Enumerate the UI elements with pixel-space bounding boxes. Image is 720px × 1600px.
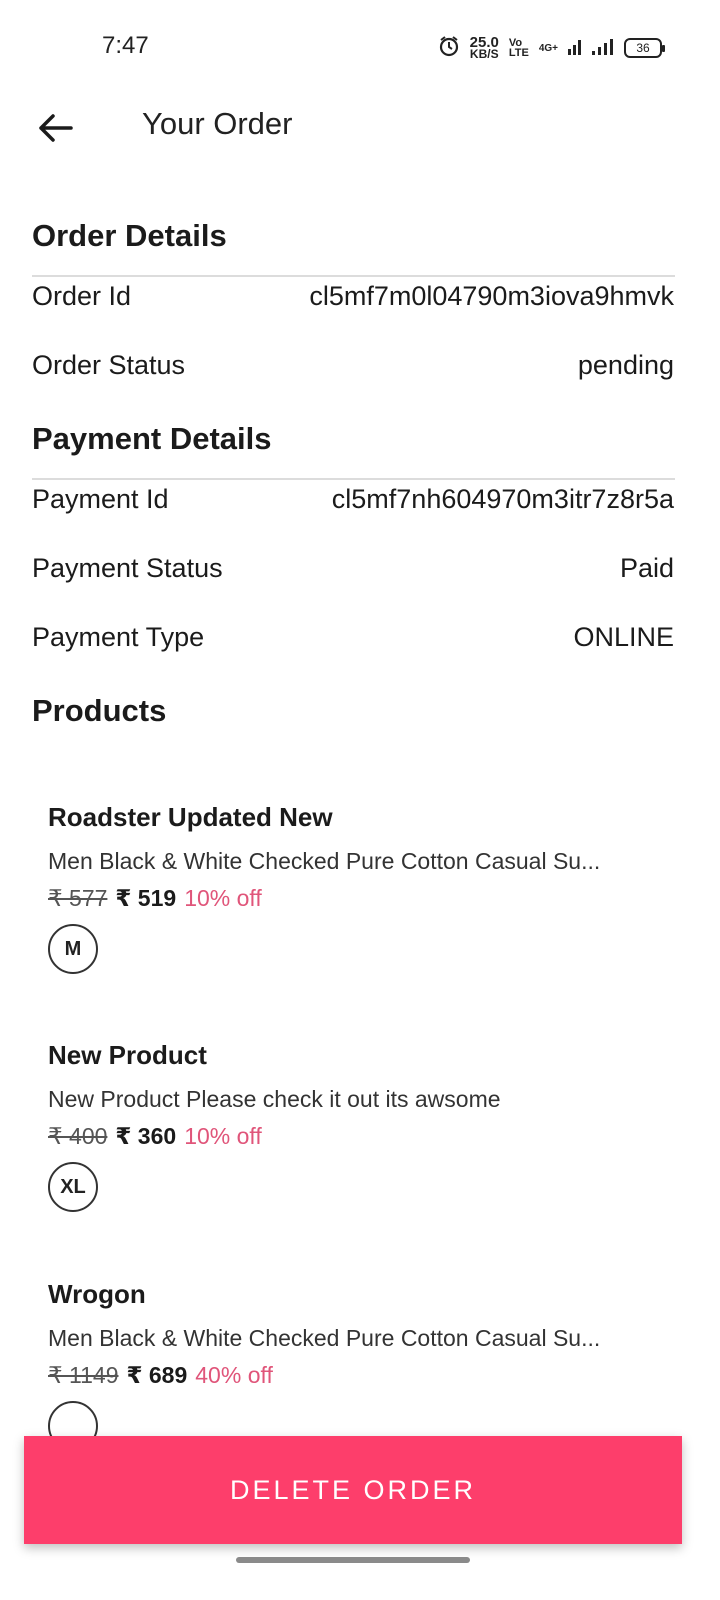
products-title: Products: [32, 693, 167, 728]
alarm-icon: [438, 35, 460, 62]
divider: [32, 478, 675, 480]
delete-order-button[interactable]: DELETE ORDER: [24, 1436, 682, 1544]
payment-type-value: ONLINE: [573, 622, 674, 652]
product-price-row: ₹ 400 ₹ 360 10% off: [48, 1123, 668, 1150]
divider: [32, 275, 675, 277]
product-description: Men Black & White Checked Pure Cotton Ca…: [48, 1325, 601, 1351]
status-time: 7:47: [102, 32, 149, 59]
product-card[interactable]: Wrogon Men Black & White Checked Pure Co…: [48, 1279, 668, 1451]
order-status-label: Order Status: [32, 350, 186, 380]
size-badge: M: [48, 924, 98, 974]
payment-id-value: cl5mf7nh604970m3itr7z8r5a: [331, 484, 674, 514]
network-speed-unit: KB/S: [469, 46, 499, 61]
signal-icon-1: [568, 37, 582, 60]
product-price-row: ₹ 577 ₹ 519 10% off: [48, 885, 668, 912]
payment-type-label: Payment Type: [32, 622, 205, 652]
order-id-value: cl5mf7m0l04790m3iova9hmvk: [309, 281, 674, 311]
product-card[interactable]: Roadster Updated New Men Black & White C…: [48, 802, 668, 974]
signal-icon-2: [592, 37, 614, 60]
product-mrp: ₹ 577: [48, 885, 108, 911]
order-id-label: Order Id: [32, 281, 132, 311]
payment-details-title: Payment Details: [32, 421, 272, 456]
product-discount: 10% off: [184, 1123, 262, 1149]
product-name: Roadster Updated New: [48, 802, 333, 832]
back-button[interactable]: [34, 108, 76, 148]
app-header: Your Order: [0, 92, 720, 164]
product-description: New Product Please check it out its awso…: [48, 1086, 501, 1112]
network-speed: 25.0 KB/S: [469, 35, 499, 61]
product-discount: 10% off: [184, 885, 262, 911]
payment-status-label: Payment Status: [32, 553, 223, 583]
size-badge: XL: [48, 1162, 98, 1212]
product-description: Men Black & White Checked Pure Cotton Ca…: [48, 848, 601, 874]
product-price: ₹ 360: [115, 1123, 177, 1149]
product-mrp: ₹ 1149: [48, 1362, 119, 1388]
product-price: ₹ 519: [115, 885, 177, 911]
product-discount: 40% off: [195, 1362, 273, 1388]
page-title: Your Order: [142, 106, 293, 141]
order-details-title: Order Details: [32, 218, 227, 253]
product-price: ₹ 689: [126, 1362, 188, 1388]
network-type: 4G+: [538, 42, 558, 54]
status-bar: 7:47 25.0 KB/S Vo LTE 4G+ 36: [0, 0, 720, 92]
status-icons: 25.0 KB/S Vo LTE 4G+ 36: [438, 34, 665, 62]
product-card[interactable]: New Product New Product Please check it …: [48, 1040, 668, 1212]
battery-level: 36: [636, 41, 650, 55]
home-indicator[interactable]: [236, 1557, 470, 1563]
payment-id-label: Payment Id: [32, 484, 169, 514]
product-name: Wrogon: [48, 1279, 146, 1309]
battery-icon: 36: [624, 38, 665, 58]
product-mrp: ₹ 400: [48, 1123, 108, 1149]
payment-status-value: Paid: [619, 553, 674, 583]
arrow-left-icon: [39, 114, 73, 142]
product-price-row: ₹ 1149 ₹ 689 40% off: [48, 1362, 668, 1389]
product-name: New Product: [48, 1040, 207, 1070]
order-status-value: pending: [577, 350, 674, 380]
volte-indicator: Vo LTE: [508, 37, 529, 59]
